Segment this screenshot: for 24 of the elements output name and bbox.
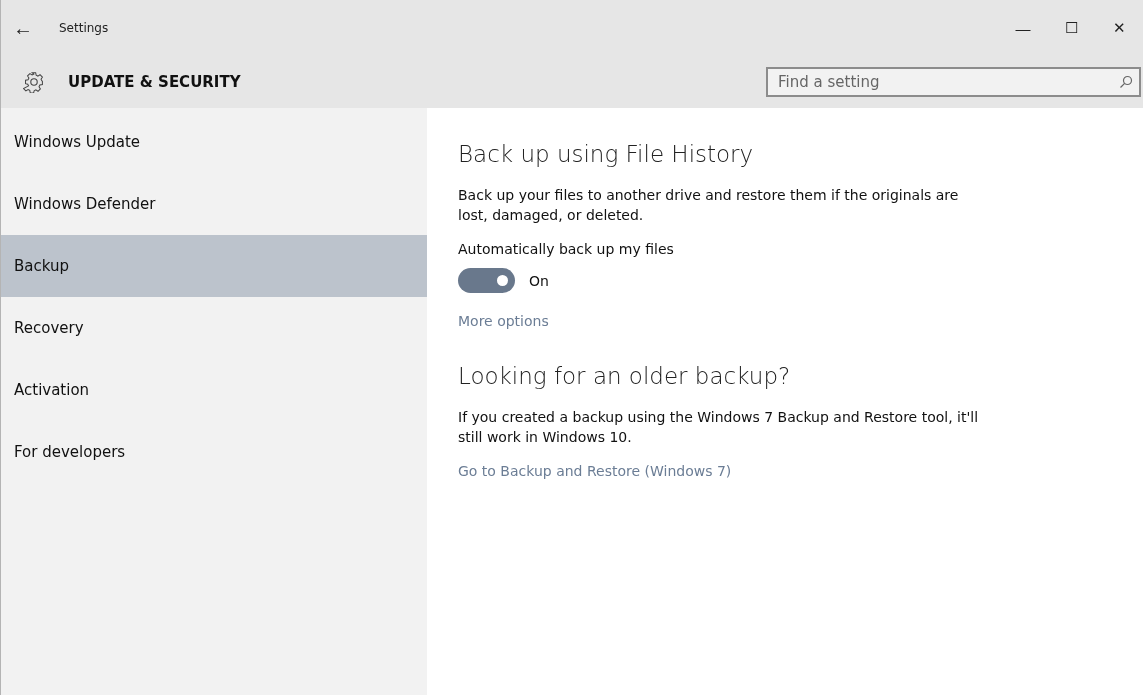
description-text: Back up your files to another drive and restore them if the originals are lost, damaged, or deleted. [458,186,960,225]
window-title: Settings [59,21,110,35]
sidebar-item[interactable]: Windows Defender [1,173,427,235]
toggle-label: Automatically back up my files [458,241,674,257]
back-button[interactable]: ← [1,8,45,48]
toggle-state: On [529,272,549,289]
maximize-button[interactable]: ☐ [1047,8,1095,48]
search-icon [1119,75,1133,89]
search-field[interactable]: Find a setting [766,67,1141,97]
section-title: UPDATE & SECURITY [68,73,242,91]
sidebar-item[interactable]: Recovery [1,297,427,359]
gear-icon [23,71,45,93]
minimize-button[interactable]: — [999,8,1047,48]
description-text: If you created a backup using the Windows 7 Backup and Restore tool, it'll still work in Windows 10. [458,408,980,447]
sidebar-item[interactable]: Windows Update [1,111,427,173]
close-button[interactable]: ✕ [1095,8,1143,48]
link[interactable]: More options [458,313,549,329]
section-heading: Back up using File History [458,141,754,167]
sidebar-item[interactable]: Activation [1,359,427,421]
section-heading: Looking for an older backup? [458,363,791,389]
link[interactable]: Go to Backup and Restore (Windows 7) [458,463,732,479]
sidebar-item[interactable]: For developers [1,421,427,483]
sidebar-item[interactable]: Backup [1,235,427,297]
toggle-switch[interactable] [458,268,515,293]
